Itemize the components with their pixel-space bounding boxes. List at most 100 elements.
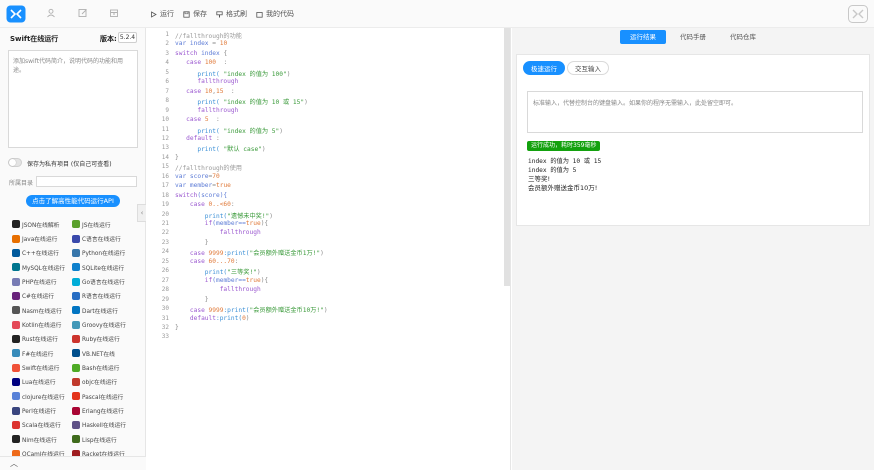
sidebar: Swift在线运行 版本: 5.2.4 添加swift代码简介，说明代码的功能和… [0,28,146,470]
line-number: 24 [161,248,169,256]
line-number: 29 [161,295,169,303]
line-number: 20 [161,210,169,218]
line-number: 2 [165,40,169,48]
code-token: ) [323,307,328,315]
language-link[interactable]: Lisp在线运行 [72,432,132,446]
chevron-up-icon[interactable]: ︿ [10,458,18,469]
language-link[interactable]: JSON在线解析 [12,217,72,231]
site-logo-icon[interactable] [6,5,26,23]
language-logo-icon [72,306,80,315]
language-link[interactable]: Go语言在线运行 [72,274,132,288]
description-textarea[interactable]: 添加swift代码简介，说明代码的功能和用途。 [8,50,138,148]
language-logo-icon [12,406,20,415]
my-code-button[interactable]: 我的代码 [256,9,294,19]
code-line: case 100 : [175,59,227,66]
edit-icon[interactable] [78,8,88,18]
tab-run-result[interactable]: 运行结果 [620,30,666,44]
api-info-button[interactable]: 点击了解高性能代码运行API [26,195,120,207]
language-link[interactable]: VB.NET在线 [72,346,132,360]
code-line: switch index { [175,50,227,57]
code-line: } [175,154,179,161]
language-link[interactable]: F#在线运行 [12,346,72,360]
language-link[interactable]: Nasm在线运行 [12,303,72,317]
language-link[interactable]: Rust在线运行 [12,332,72,346]
tab-code-manual[interactable]: 代码手册 [670,30,716,44]
language-link[interactable]: PHP在线运行 [12,274,72,288]
language-link[interactable]: C++在线运行 [12,246,72,260]
output-line: 三等奖! [528,175,551,183]
code-token: if [175,220,213,227]
private-toggle[interactable] [8,158,22,167]
language-link-label: Go语言在线运行 [82,280,125,287]
language-link[interactable]: Lua在线运行 [12,375,72,389]
stdin-textarea[interactable]: 标准输入，代替控制台的键盘输入。如果你的程序无需输入，此处留空即可。 [527,91,863,133]
language-logo-icon [12,420,20,429]
code-token: = [208,40,220,48]
code-token: print( [175,269,228,277]
directory-input[interactable] [36,176,137,187]
language-link[interactable]: Dart在线运行 [72,303,132,317]
code-token: 9999 [208,250,224,258]
collapse-sidebar-button[interactable]: ‹ [137,204,146,222]
format-button[interactable]: 格式刷 [216,9,247,19]
line-number: 18 [161,191,169,199]
code-token: print( [175,70,224,78]
language-logo-icon [72,392,80,401]
result-pane: 运行结果 代码手册 代码仓库 极速运行 交互输入 标准输入，代替控制台的键盘输入… [512,28,874,470]
line-number: 11 [161,125,169,133]
language-link[interactable]: Swift在线运行 [12,360,72,374]
language-link[interactable]: MySQL在线运行 [12,260,72,274]
language-link[interactable]: Python在线运行 [72,246,132,260]
output-text: index 的值为 10 或 15 index 的值为 5 三等奖! 会员额外赠… [528,157,601,193]
code-token: : [215,134,220,142]
language-link[interactable]: Kotlin在线运行 [12,317,72,331]
language-link-label: JS在线运行 [82,222,111,229]
code-token: true [245,276,261,284]
code-line: default : [175,135,220,142]
language-link[interactable]: C语言在线运行 [72,231,132,245]
user-icon[interactable] [46,8,56,18]
tab-interactive-input[interactable]: 交互输入 [567,61,609,75]
run-button[interactable]: 运行 [150,9,174,19]
archive-icon[interactable] [109,8,119,18]
language-link[interactable]: Erlang在线运行 [72,403,132,417]
code-token: } [175,295,209,303]
language-logo-icon [12,306,20,315]
language-logo-icon [72,377,80,386]
language-link[interactable]: clojure在线运行 [12,389,72,403]
code-token: "index 的值为 5" [223,127,280,135]
language-link[interactable]: Haskell在线运行 [72,418,132,432]
code-token: ) [279,127,283,135]
language-link-label: C语言在线运行 [82,237,121,244]
language-link[interactable]: Scala在线运行 [12,418,72,432]
save-button[interactable]: 保存 [183,9,207,19]
code-token: fallthrough [175,106,239,114]
language-link[interactable]: Nim在线运行 [12,432,72,446]
language-link[interactable]: Perl在线运行 [12,403,72,417]
code-token: ) [304,99,308,107]
language-link[interactable]: Ruby在线运行 [72,332,132,346]
line-number: 22 [161,229,169,237]
language-link[interactable]: R语言在线运行 [72,289,132,303]
language-link[interactable]: Groovy在线运行 [72,317,132,331]
editor-scrollbar[interactable] [504,28,510,286]
output-line: index 的值为 5 [528,167,577,174]
language-link[interactable]: JS在线运行 [72,217,132,231]
tab-code-repo[interactable]: 代码仓库 [720,30,766,44]
language-link-label: Erlang在线运行 [82,409,124,416]
language-link[interactable]: objc在线运行 [72,375,132,389]
code-area[interactable]: //fallthrough的功能 var index = 10 switch ind… [175,28,495,470]
code-token: print( [175,99,224,107]
version-select[interactable]: 5.2.4 [118,32,137,43]
language-link[interactable]: Pascal在线运行 [72,389,132,403]
code-line: case 5 : [175,116,220,123]
language-link[interactable]: SQLite在线运行 [72,260,132,274]
code-editor[interactable]: 1 2 3 4 5 6 7 8 9 10 11 12 13 14 15 16 17 18 19 20 21 22 23 24 2… [147,28,511,470]
code-token: score [189,172,209,180]
tab-fast-run[interactable]: 极速运行 [523,61,565,75]
save-icon [183,10,190,18]
language-link[interactable]: Bash在线运行 [72,360,132,374]
brand-logo-icon [848,5,868,23]
language-link[interactable]: C#在线运行 [12,289,72,303]
language-link[interactable]: Java在线运行 [12,231,72,245]
